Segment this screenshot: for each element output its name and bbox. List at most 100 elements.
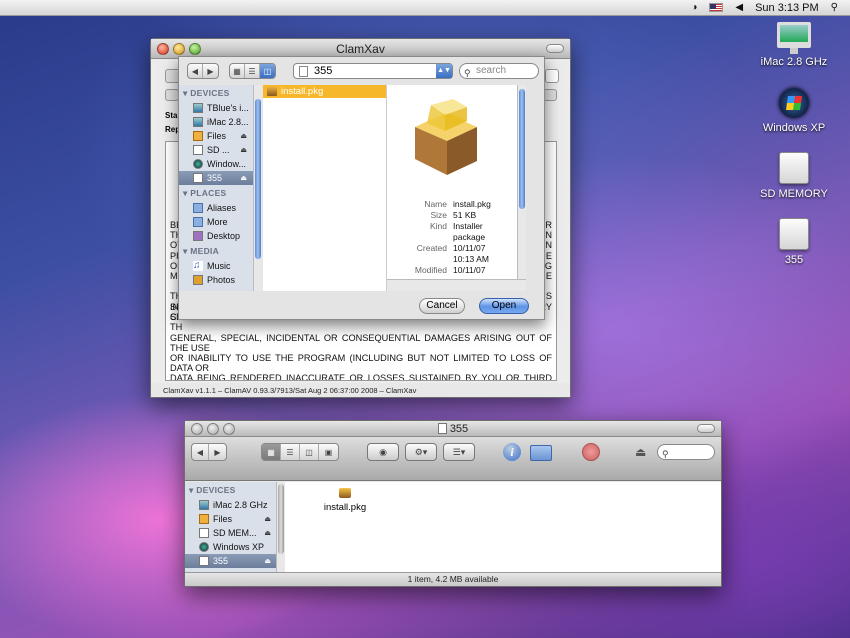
sheet-sidebar: ▾ DEVICES TBlue's i... iMac 2.8... Files ⏏ SD… (179, 85, 253, 291)
desktop-icon-sd-memory[interactable]: SD MEMORY (749, 152, 839, 200)
sidebar-section-header: ▾ DEVICES (183, 88, 230, 98)
location-popup[interactable]: 355 ▲▼ (293, 63, 453, 79)
cancel-button[interactable]: Cancel (419, 298, 465, 314)
finder-titlebar[interactable]: 355 (185, 421, 721, 437)
sidebar-item-label: SD MEM... (213, 528, 257, 538)
eject-icon[interactable]: ⏏ (635, 445, 646, 459)
sidebar-item[interactable]: Aliases (179, 201, 253, 215)
desktop-icon-355[interactable]: 355 (749, 218, 839, 266)
scroll-thumb[interactable] (255, 99, 261, 259)
desktop-icon (193, 231, 203, 241)
eject-icon[interactable]: ⏏ (264, 515, 271, 523)
license-text-fragment: E (545, 250, 552, 261)
sidebar-scrollbar[interactable] (253, 85, 262, 291)
close-button[interactable] (157, 43, 169, 55)
file-info-value: 51 KB (453, 210, 477, 220)
sidebar-scrollbar[interactable] (276, 482, 285, 574)
file-info-value: 10:13 AM (453, 254, 489, 264)
file-info-key (395, 254, 453, 265)
sidebar-item-label: iMac 2.8... (207, 117, 249, 127)
view-mode-control: ▦ ☰ ◫ (229, 63, 276, 79)
list-view-button[interactable]: ☰ (245, 64, 260, 78)
clamxav-button[interactable] (543, 89, 557, 101)
info-icon[interactable]: i (503, 443, 521, 461)
zoom-button[interactable] (223, 423, 235, 435)
sidebar-item[interactable]: SD MEM... ⏏ (185, 526, 277, 540)
file-info-row: Created 10/11/07 (395, 243, 513, 254)
window-title: 355 (449, 423, 469, 435)
sidebar-item[interactable]: TBlue's i... (179, 101, 253, 115)
close-button[interactable] (191, 423, 203, 435)
sidebar-item[interactable]: Window... (179, 157, 253, 171)
scroll-thumb[interactable] (278, 484, 284, 554)
toolbar-toggle-button[interactable] (697, 424, 715, 433)
forward-button[interactable]: ▶ (203, 64, 218, 78)
folder-icon (193, 217, 203, 227)
eject-icon[interactable]: ⏏ (240, 132, 247, 140)
search-field[interactable]: ⚲ (657, 444, 715, 460)
minimize-button[interactable] (207, 423, 219, 435)
clamxav-field[interactable] (545, 69, 559, 83)
list-view-button[interactable]: ☰ (281, 444, 300, 460)
open-button[interactable]: Open (479, 298, 529, 314)
eject-icon[interactable]: ⏏ (264, 529, 271, 537)
action-button[interactable]: ⚙▾ (405, 443, 437, 461)
minimize-button[interactable] (173, 43, 185, 55)
sidebar-item[interactable]: iMac 2.8 GHz (185, 498, 277, 512)
column-view-button[interactable]: ◫ (260, 64, 275, 78)
display-icon[interactable]: ◑ (691, 0, 697, 16)
folder-icon (193, 203, 203, 213)
new-folder-icon[interactable] (530, 445, 552, 461)
spotlight-icon[interactable]: ⚲ (831, 0, 838, 16)
imac-icon (777, 22, 811, 54)
file-item[interactable]: install.pkg (305, 488, 385, 513)
sidebar-item[interactable]: ♫ Music (179, 259, 253, 273)
sidebar-item[interactable]: 355 ⏏ (185, 554, 277, 568)
sidebar-item-label: SD ... (207, 145, 230, 155)
eject-icon[interactable]: ⏏ (240, 174, 247, 182)
back-button[interactable]: ◀ (188, 64, 203, 78)
drive-icon (199, 556, 209, 566)
eject-icon[interactable]: ⏏ (240, 146, 247, 154)
sidebar-item[interactable]: Files ⏏ (185, 512, 277, 526)
burn-icon[interactable] (582, 443, 600, 461)
sidebar-item-label: Windows XP (213, 542, 265, 552)
flag-icon[interactable] (709, 3, 724, 12)
column-view-button[interactable]: ◫ (300, 444, 319, 460)
toolbar-toggle-button[interactable] (546, 44, 564, 53)
sidebar-item[interactable]: Desktop (179, 229, 253, 243)
sidebar-item[interactable]: More (179, 215, 253, 229)
file-name: install.pkg (281, 86, 324, 97)
icon-view-button[interactable]: ▦ (262, 444, 281, 460)
desktop-icon-windows-xp[interactable]: Windows XP (749, 88, 839, 134)
preview-scrollbar[interactable] (517, 85, 526, 279)
quick-look-button[interactable]: ◉ (367, 443, 399, 461)
volume-icon[interactable]: ◀ (735, 0, 743, 16)
icon-view-button[interactable]: ▦ (230, 64, 245, 78)
clamxav-button[interactable] (165, 89, 179, 101)
horizontal-scrollbar[interactable] (387, 279, 526, 291)
file-row[interactable]: install.pkg (263, 85, 386, 98)
desktop-icon-imac[interactable]: iMac 2.8 GHz (749, 22, 839, 68)
coverflow-view-button[interactable]: ▣ (319, 444, 338, 460)
back-button[interactable]: ◀ (192, 444, 209, 460)
menubar-clock[interactable]: Sun 3:13 PM (755, 2, 819, 14)
sidebar-item[interactable]: iMac 2.8... (179, 115, 253, 129)
sidebar-item[interactable]: SD ... ⏏ (179, 143, 253, 157)
sidebar-item[interactable]: Photos (179, 273, 253, 287)
package-icon (339, 488, 351, 498)
search-field[interactable]: ⚲ search (459, 63, 539, 79)
sidebar-item[interactable]: Windows XP (185, 540, 277, 554)
eject-icon[interactable]: ⏏ (264, 557, 271, 565)
zoom-button[interactable] (189, 43, 201, 55)
sidebar-header-label: MEDIA (190, 246, 220, 256)
sidebar-item[interactable]: Files ⏏ (179, 129, 253, 143)
desktop-icon-label: Windows XP (762, 122, 826, 134)
scroll-thumb[interactable] (519, 89, 525, 209)
sidebar-section-header: ▾ PLACES (183, 188, 227, 198)
file-info-row: Name install.pkg (395, 199, 513, 210)
file-info-row: 10:13 AM (395, 254, 513, 265)
sidebar-item[interactable]: 355 ⏏ (179, 171, 253, 185)
forward-button[interactable]: ▶ (209, 444, 226, 460)
arrange-button[interactable]: ☰▾ (443, 443, 475, 461)
